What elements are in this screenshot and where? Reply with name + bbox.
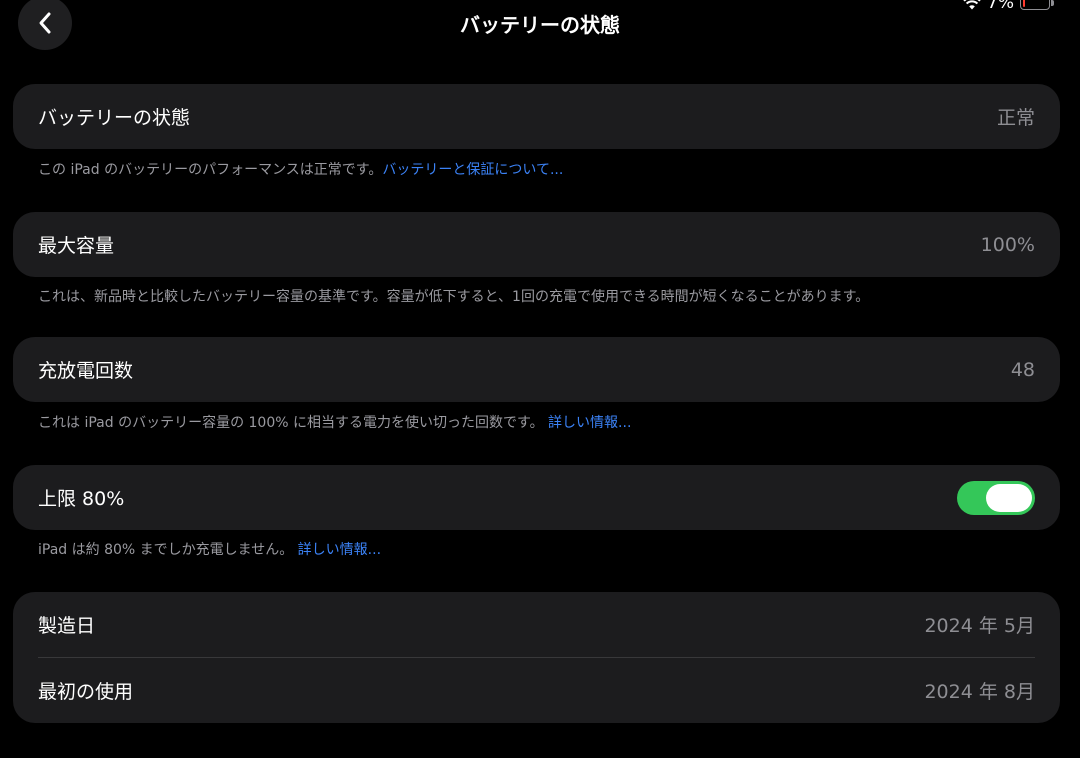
cycle-count-footnote-text: これは iPad のバッテリー容量の 100% に相当する電力を使い切った回数で… bbox=[38, 415, 544, 431]
page-title: バッテリーの状態 bbox=[460, 13, 620, 37]
dates-card: 製造日 2024 年 5月 最初の使用 2024 年 8月 bbox=[13, 592, 1060, 723]
cycle-count-value: 48 bbox=[1010, 358, 1035, 381]
battery-health-footnote-text: この iPad のバッテリーのパフォーマンスは正常です。 bbox=[38, 162, 383, 178]
cycle-count-footnote: これは iPad のバッテリー容量の 100% に相当する電力を使い切った回数で… bbox=[38, 414, 631, 432]
charge-limit-row: 上限 80% bbox=[13, 465, 1060, 530]
battery-health-footnote: この iPad のバッテリーのパフォーマンスは正常です。バッテリーと保証について… bbox=[38, 161, 563, 179]
charge-limit-footnote: iPad は約 80% までしか充電しません。 詳しい情報... bbox=[38, 541, 381, 559]
manufacture-date-value: 2024 年 5月 bbox=[924, 615, 1035, 637]
charge-limit-card: 上限 80% bbox=[13, 465, 1060, 530]
max-capacity-label: 最大容量 bbox=[38, 235, 115, 257]
battery-health-label: バッテリーの状態 bbox=[38, 107, 191, 129]
screen: 7% バッテリーの状態 バッテリーの状態 正常 この iPad のバッテリーのパ… bbox=[0, 0, 1080, 758]
charge-limit-footnote-text: iPad は約 80% までしか充電しません。 bbox=[38, 542, 294, 558]
cycle-count-more-info-link[interactable]: 詳しい情報... bbox=[548, 415, 631, 431]
charge-limit-more-info-link[interactable]: 詳しい情報... bbox=[298, 542, 381, 558]
cycle-count-card: 充放電回数 48 bbox=[13, 337, 1060, 402]
first-use-label: 最初の使用 bbox=[38, 681, 134, 703]
charge-limit-toggle[interactable] bbox=[957, 480, 1035, 515]
cycle-count-row: 充放電回数 48 bbox=[13, 337, 1060, 402]
battery-level-fill bbox=[1023, 0, 1025, 7]
battery-health-value: 正常 bbox=[996, 107, 1035, 129]
battery-health-row: バッテリーの状態 正常 bbox=[13, 84, 1060, 149]
manufacture-date-label: 製造日 bbox=[38, 615, 96, 637]
first-use-row: 最初の使用 2024 年 8月 bbox=[13, 658, 1060, 723]
max-capacity-footnote: これは、新品時と比較したバッテリー容量の基準です。容量が低下すると、1回の充電で… bbox=[38, 289, 870, 305]
max-capacity-value: 100% bbox=[980, 233, 1035, 256]
battery-warranty-link[interactable]: バッテリーと保証について... bbox=[382, 162, 563, 178]
first-use-value: 2024 年 8月 bbox=[924, 681, 1035, 703]
battery-health-card: バッテリーの状態 正常 bbox=[13, 84, 1060, 149]
manufacture-date-row: 製造日 2024 年 5月 bbox=[13, 592, 1060, 657]
toggle-knob bbox=[986, 483, 1032, 512]
cycle-count-label: 充放電回数 bbox=[38, 360, 134, 382]
charge-limit-label: 上限 80% bbox=[38, 488, 125, 510]
max-capacity-card: 最大容量 100% bbox=[13, 212, 1060, 277]
max-capacity-row: 最大容量 100% bbox=[13, 212, 1060, 277]
